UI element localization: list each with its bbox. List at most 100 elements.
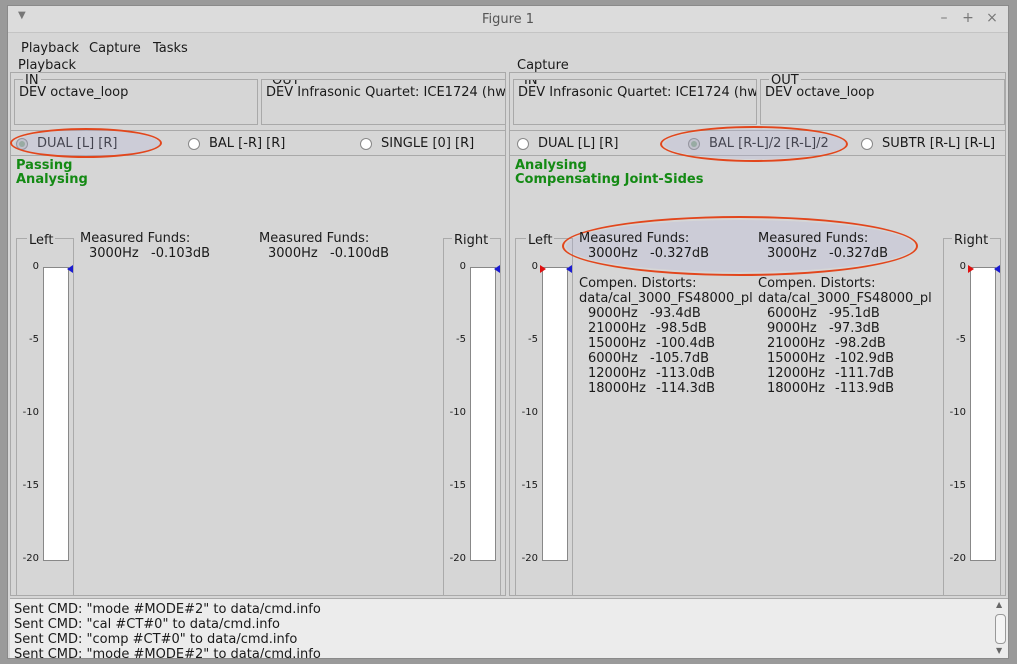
capture-distorts-right-title: Compen. Distorts: bbox=[758, 276, 876, 291]
capture-right-label: Right bbox=[952, 233, 991, 248]
close-button[interactable]: × bbox=[984, 10, 1000, 26]
peak-marker-blue bbox=[494, 265, 500, 273]
meter-tick: 0 bbox=[531, 261, 538, 272]
capture-radio-dual[interactable]: DUAL [L] [R] bbox=[517, 136, 619, 151]
meter-tick: -15 bbox=[949, 480, 966, 491]
playback-right-meter: Right 0 -5 -10 -15 -20 bbox=[443, 233, 501, 596]
meter-tick: -20 bbox=[949, 553, 966, 564]
playback-in-frame: IN DEV octave_loop bbox=[14, 74, 258, 125]
capture-funds-left-value: -0.327dB bbox=[650, 246, 710, 261]
meter-tick: 0 bbox=[459, 261, 466, 272]
playback-panel: Playback IN DEV octave_loop OUT DEV Infr… bbox=[10, 58, 506, 596]
playback-funds-right-value: -0.100dB bbox=[330, 246, 390, 261]
playback-status-passing: Passing bbox=[16, 158, 73, 173]
peak-marker-blue bbox=[566, 265, 572, 273]
scroll-down-icon[interactable]: ▼ bbox=[996, 646, 1002, 655]
meter-tick: -15 bbox=[22, 480, 39, 491]
capture-right-meter: Right 0 -5 -10 -15 -20 bbox=[943, 233, 1001, 596]
capture-funds-left-title: Measured Funds: bbox=[579, 231, 690, 246]
radio-icon bbox=[517, 137, 529, 150]
meter-tick: 0 bbox=[959, 261, 966, 272]
radio-icon bbox=[360, 137, 372, 150]
playback-right-label: Right bbox=[452, 233, 491, 248]
distort-value: -95.1dB bbox=[829, 306, 880, 321]
capture-status-compensating: Compensating Joint-Sides bbox=[515, 172, 704, 187]
meter-tick: -20 bbox=[521, 553, 538, 564]
console-line: Sent CMD: "mode #MODE#2" to data/cmd.inf… bbox=[14, 647, 321, 659]
meter-tick: -5 bbox=[29, 334, 39, 345]
menu-capture[interactable]: Capture bbox=[89, 41, 141, 56]
menu-bar: Playback Capture Tasks bbox=[8, 33, 1008, 57]
console-scrollbar[interactable]: ▲ ▼ bbox=[994, 600, 1006, 658]
distort-freq: 15000Hz bbox=[767, 351, 825, 366]
playback-radio-single[interactable]: SINGLE [0] [R] bbox=[360, 136, 474, 151]
capture-funds-right-value: -0.327dB bbox=[829, 246, 889, 261]
capture-distorts-left-title: Compen. Distorts: bbox=[579, 276, 697, 291]
meter-tick: -20 bbox=[22, 553, 39, 564]
menu-tasks[interactable]: Tasks bbox=[153, 41, 188, 56]
maximize-button[interactable]: + bbox=[960, 10, 976, 26]
console-log[interactable]: Sent CMD: "mode #MODE#2" to data/cmd.inf… bbox=[10, 598, 1008, 659]
distort-freq: 15000Hz bbox=[588, 336, 646, 351]
menu-playback[interactable]: Playback bbox=[21, 41, 79, 56]
capture-in-device: DEV Infrasonic Quartet: ICE1724 (hw: bbox=[518, 85, 757, 100]
peak-marker-red bbox=[540, 265, 546, 273]
playback-status-analysing: Analysing bbox=[16, 172, 88, 187]
distort-freq: 21000Hz bbox=[767, 336, 825, 351]
playback-dual-highlight bbox=[10, 128, 162, 158]
capture-panel: Capture IN DEV Infrasonic Quartet: ICE17… bbox=[509, 58, 1006, 596]
meter-tick: -10 bbox=[949, 407, 966, 418]
distort-value: -100.4dB bbox=[656, 336, 716, 351]
peak-marker-blue bbox=[67, 265, 73, 273]
scroll-up-icon[interactable]: ▲ bbox=[996, 600, 1002, 609]
meter-tick: -20 bbox=[449, 553, 466, 564]
capture-left-label: Left bbox=[526, 233, 555, 248]
peak-marker-red bbox=[968, 265, 974, 273]
capture-funds-left-freq: 3000Hz bbox=[588, 246, 638, 261]
distort-value: -102.9dB bbox=[835, 351, 895, 366]
capture-out-device: DEV octave_loop bbox=[765, 85, 875, 100]
window-title: Figure 1 bbox=[481, 12, 535, 27]
capture-funds-right-title: Measured Funds: bbox=[758, 231, 869, 246]
playback-in-device: DEV octave_loop bbox=[19, 85, 129, 100]
distort-freq: 9000Hz bbox=[767, 321, 817, 336]
distort-freq: 18000Hz bbox=[767, 381, 825, 396]
capture-radio-subtr[interactable]: SUBTR [R-L] [R-L] bbox=[861, 136, 995, 151]
distort-freq: 6000Hz bbox=[767, 306, 817, 321]
playback-left-level-bar bbox=[43, 267, 69, 561]
playback-out-device: DEV Infrasonic Quartet: ICE1724 (hw: bbox=[266, 85, 506, 100]
distort-value: -93.4dB bbox=[650, 306, 701, 321]
meter-tick: -5 bbox=[456, 334, 466, 345]
distort-freq: 21000Hz bbox=[588, 321, 646, 336]
scrollbar-thumb[interactable] bbox=[995, 614, 1006, 644]
playback-right-level-bar bbox=[470, 267, 496, 561]
console-line: Sent CMD: "comp #CT#0" to data/cmd.info bbox=[14, 632, 298, 647]
playback-radio-bal[interactable]: BAL [-R] [R] bbox=[188, 136, 285, 151]
minimize-button[interactable]: – bbox=[936, 10, 952, 26]
distort-freq: 12000Hz bbox=[767, 366, 825, 381]
distort-freq: 12000Hz bbox=[588, 366, 646, 381]
capture-panel-title: Capture bbox=[517, 58, 569, 73]
meter-tick: 0 bbox=[32, 261, 39, 272]
meter-tick: -5 bbox=[528, 334, 538, 345]
peak-marker-blue bbox=[994, 265, 1000, 273]
meter-tick: -10 bbox=[521, 407, 538, 418]
playback-funds-left-title: Measured Funds: bbox=[80, 231, 191, 246]
playback-left-label: Left bbox=[27, 233, 56, 248]
capture-left-level-bar bbox=[542, 267, 568, 561]
console-line: Sent CMD: "mode #MODE#2" to data/cmd.inf… bbox=[14, 602, 321, 617]
capture-distorts-left-file: data/cal_3000_FS48000_pl bbox=[579, 291, 753, 306]
playback-funds-left-value: -0.103dB bbox=[151, 246, 211, 261]
radio-icon bbox=[188, 137, 200, 150]
distort-value: -113.9dB bbox=[835, 381, 895, 396]
meter-tick: -10 bbox=[449, 407, 466, 418]
title-bar: ▼ Figure 1 – + × bbox=[8, 6, 1008, 33]
radio-icon bbox=[861, 137, 873, 150]
capture-out-frame: OUT DEV octave_loop bbox=[760, 74, 1005, 125]
playback-left-meter: Left 0 -5 -10 -15 -20 bbox=[16, 233, 74, 596]
capture-right-level-bar bbox=[970, 267, 996, 561]
meter-tick: -10 bbox=[22, 407, 39, 418]
meter-tick: -15 bbox=[449, 480, 466, 491]
distort-value: -98.5dB bbox=[656, 321, 707, 336]
capture-distorts-right-file: data/cal_3000_FS48000_pl bbox=[758, 291, 932, 306]
